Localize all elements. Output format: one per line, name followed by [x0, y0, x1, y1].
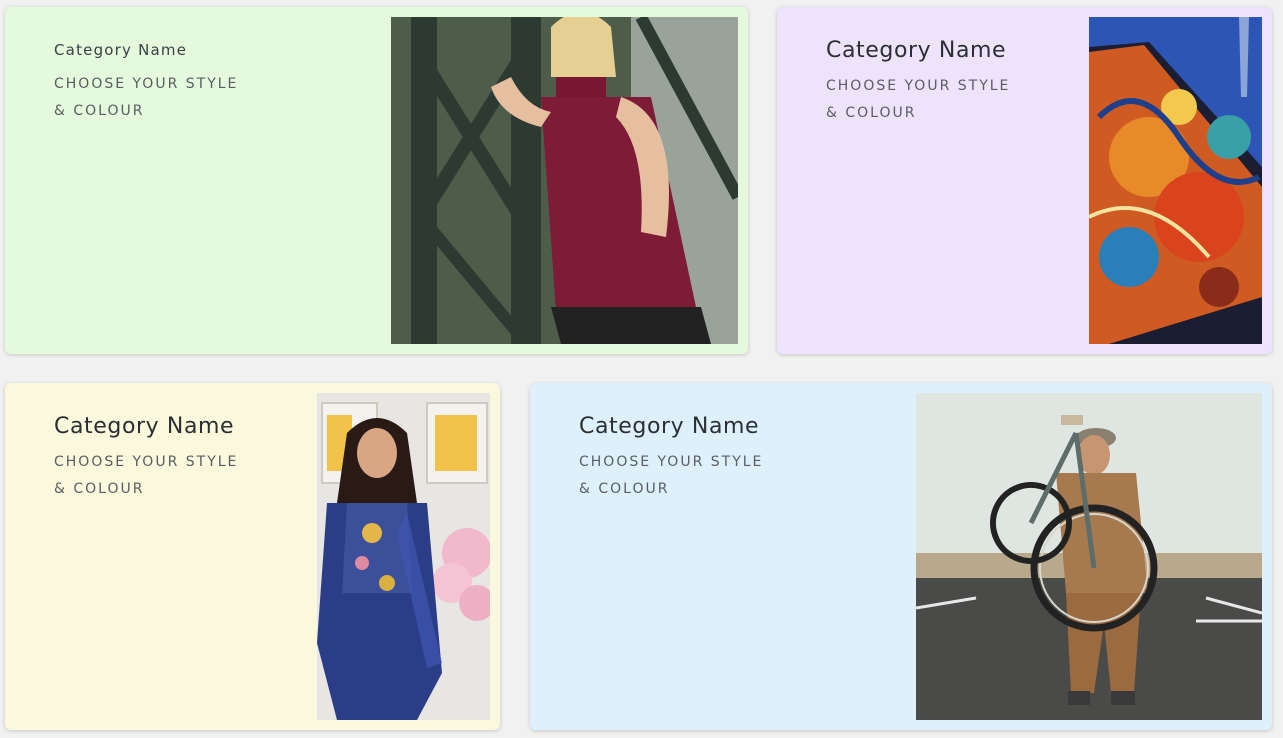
category-card-2[interactable]: Category Name CHOOSE YOUR STYLE & COLOUR — [777, 7, 1272, 354]
category-title: Category Name — [826, 38, 1007, 63]
category-card-3[interactable]: Category Name CHOOSE YOUR STYLE & COLOUR — [5, 383, 500, 730]
subtitle-line-1: CHOOSE YOUR STYLE — [54, 76, 239, 92]
card-text: Category Name CHOOSE YOUR STYLE & COLOUR — [826, 35, 1010, 127]
category-subtitle: CHOOSE YOUR STYLE & COLOUR — [54, 449, 238, 503]
subtitle-line-1: CHOOSE YOUR STYLE — [579, 454, 764, 470]
category-subtitle: CHOOSE YOUR STYLE & COLOUR — [826, 73, 1010, 127]
category-card-4[interactable]: Category Name CHOOSE YOUR STYLE & COLOUR — [530, 383, 1272, 730]
card-text: Category Name CHOOSE YOUR STYLE & COLOUR — [54, 411, 238, 503]
category-subtitle: CHOOSE YOUR STYLE & COLOUR — [54, 71, 238, 125]
subtitle-line-2: & COLOUR — [826, 105, 917, 121]
subtitle-line-2: & COLOUR — [579, 481, 670, 497]
subtitle-line-2: & COLOUR — [54, 103, 145, 119]
category-title: Category Name — [54, 41, 188, 59]
woman-blue-dress-photo — [317, 393, 490, 720]
category-card-1[interactable]: Category Name CHOOSE YOUR STYLE & COLOUR — [5, 7, 748, 354]
abstract-painting-photo — [1089, 17, 1262, 344]
card-text: Category Name CHOOSE YOUR STYLE & COLOUR — [54, 35, 238, 125]
card-text: Category Name CHOOSE YOUR STYLE & COLOUR — [579, 411, 763, 503]
subtitle-line-2: & COLOUR — [54, 481, 145, 497]
category-title: Category Name — [54, 414, 235, 439]
woman-red-top-photo — [391, 17, 738, 344]
subtitle-line-1: CHOOSE YOUR STYLE — [826, 78, 1011, 94]
subtitle-line-1: CHOOSE YOUR STYLE — [54, 454, 239, 470]
category-title: Category Name — [579, 414, 760, 439]
man-with-bicycle-photo — [916, 393, 1262, 720]
category-subtitle: CHOOSE YOUR STYLE & COLOUR — [579, 449, 763, 503]
